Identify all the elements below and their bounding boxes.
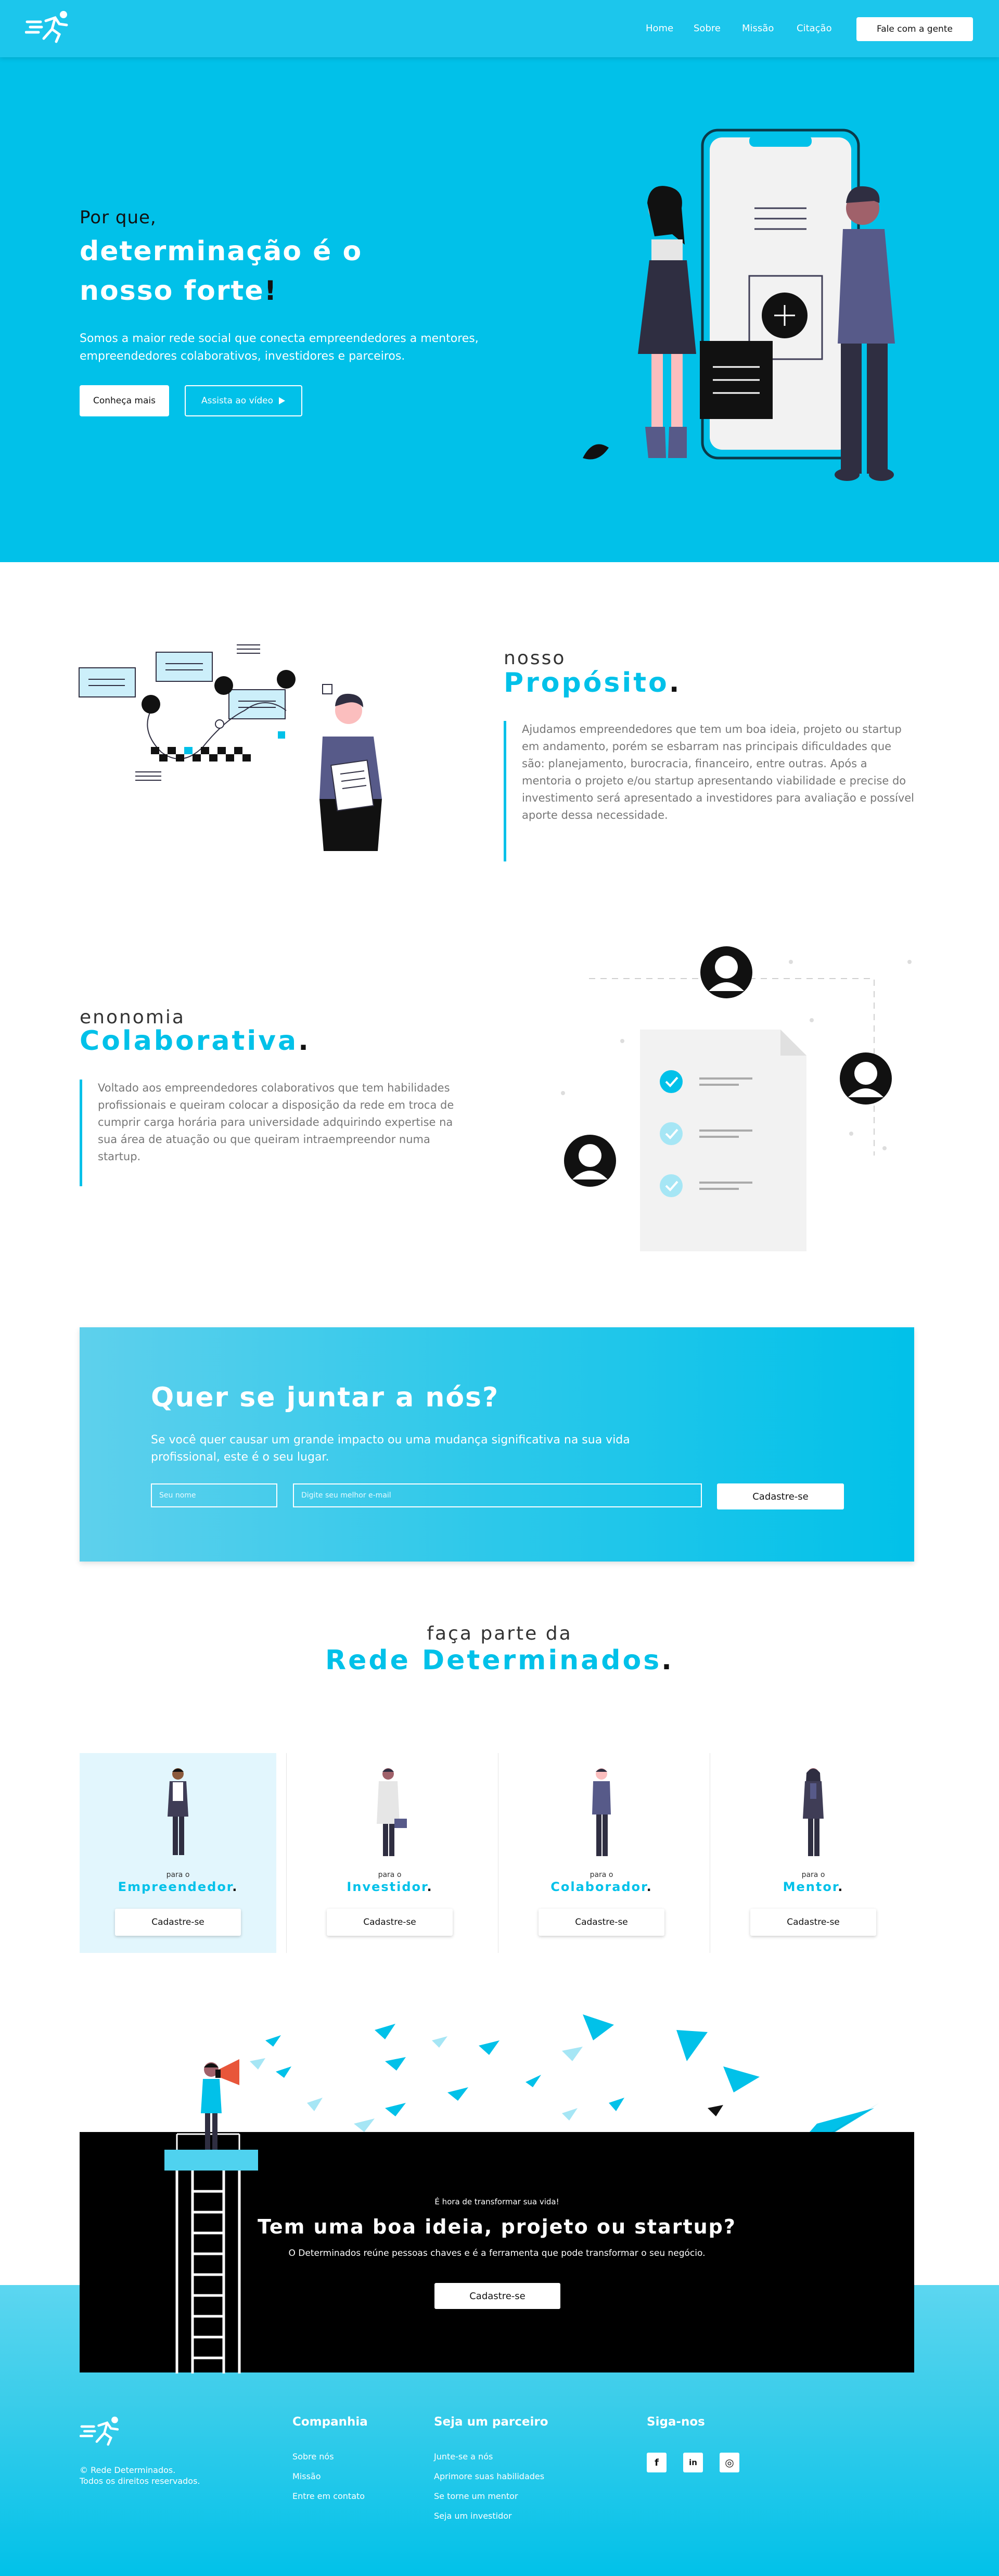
join-section: Quer se juntar a nós? Se você quer causa… <box>80 1327 914 1562</box>
signup-colaborador-button[interactable]: Cadastre-se <box>539 1909 664 1936</box>
name-input[interactable] <box>151 1483 277 1507</box>
copyright-line1: © Rede Determinados. <box>80 2465 176 2475</box>
watch-video-button[interactable]: Assista ao vídeo <box>185 385 302 416</box>
investor-figure <box>377 1768 407 1856</box>
mentor-figure <box>803 1768 824 1856</box>
collab-title-dot: . <box>298 1025 311 1057</box>
checker-strip <box>151 747 251 762</box>
card-pre: para o <box>166 1871 190 1879</box>
card-investidor: para o Investidor. Cadastre-se <box>291 1753 488 1953</box>
purpose-text: Ajudamos empreendedores que tem um boa i… <box>504 721 915 861</box>
watch-video-label: Assista ao vídeo <box>201 396 274 406</box>
ladder-illustration <box>164 2059 258 2374</box>
card-title-text: Mentor <box>783 1880 838 1894</box>
entrepreneur-figure <box>168 1768 188 1855</box>
card-title-text: Investidor <box>347 1880 427 1894</box>
join-title: Quer se juntar a nós? <box>151 1382 499 1413</box>
footer-link-junte[interactable]: Junte-se a nós <box>434 2452 493 2461</box>
purpose-pre: nosso <box>504 648 566 669</box>
hero-illustration <box>583 129 895 481</box>
card-title: Mentor. <box>715 1880 912 1894</box>
contact-button[interactable]: Fale com a gente <box>856 17 973 41</box>
signup-empreendedor-button[interactable]: Cadastre-se <box>115 1909 241 1936</box>
hero-title-line1: determinação é o <box>80 236 363 267</box>
network-pre: faça parte da <box>427 1623 572 1644</box>
join-submit-button[interactable]: Cadastre-se <box>717 1483 844 1509</box>
network-title-text: Rede Determinados <box>325 1645 662 1676</box>
card-title: Investidor. <box>291 1880 488 1894</box>
nav-sobre[interactable]: Sobre <box>694 23 721 34</box>
card-pre: para o <box>801 1871 825 1879</box>
nav-citacao[interactable]: Citação <box>797 23 832 34</box>
play-icon <box>279 397 286 404</box>
card-empreendedor: para o Empreendedor. Cadastre-se <box>80 1753 276 1953</box>
card-title-dot: . <box>838 1880 844 1894</box>
hero-title-bang: ! <box>264 275 278 307</box>
purpose-title-dot: . <box>669 667 682 699</box>
learn-more-button[interactable]: Conheça mais <box>80 385 169 416</box>
card-title: Empreendedor. <box>80 1880 276 1894</box>
network-title-dot: . <box>661 1645 674 1676</box>
card-mentor: para o Mentor. Cadastre-se <box>715 1753 912 1953</box>
footer-link-sobre[interactable]: Sobre nós <box>292 2452 334 2461</box>
card-pre: para o <box>590 1871 613 1879</box>
email-input[interactable] <box>293 1483 702 1507</box>
hero-title-line2: nosso forte <box>80 275 264 307</box>
facebook-icon[interactable]: f <box>647 2453 667 2472</box>
card-title-dot: . <box>232 1880 238 1894</box>
check-icon <box>660 1070 683 1093</box>
card-colaborador: para o Colaborador. Cadastre-se <box>503 1753 700 1953</box>
footer-link-mentor[interactable]: Se torne um mentor <box>434 2491 518 2501</box>
navbar: Home Sobre Missão Citação Fale com a gen… <box>0 0 999 57</box>
hero-pre: Por que, <box>80 207 157 228</box>
purpose-title-text: Propósito <box>504 667 669 699</box>
footer-link-missao[interactable]: Missão <box>292 2471 321 2481</box>
linkedin-icon[interactable]: in <box>683 2453 703 2472</box>
footer-link-habilidades[interactable]: Aprimore suas habilidades <box>434 2471 544 2481</box>
footer-logo-icon[interactable] <box>80 2415 123 2446</box>
hero-title: determinação é o nosso forte! <box>80 232 475 311</box>
cta-signup-button[interactable]: Cadastre-se <box>434 2283 560 2309</box>
card-pre: para o <box>378 1871 402 1879</box>
card-title: Colaborador. <box>503 1880 700 1894</box>
card-title-text: Empreendedor <box>118 1880 233 1894</box>
instagram-icon[interactable]: ◎ <box>720 2453 739 2472</box>
card-title-text: Colaborador <box>550 1880 647 1894</box>
copyright: © Rede Determinados. Todos os direitos r… <box>80 2465 200 2486</box>
nav-missao[interactable]: Missão <box>742 23 774 34</box>
user-avatar-icon <box>700 946 752 998</box>
footer-follow-heading: Siga-nos <box>647 2415 705 2429</box>
hero-subtitle: Somos a maior rede social que conecta em… <box>80 332 479 363</box>
footer-partner-heading: Seja um parceiro <box>434 2415 548 2429</box>
purpose-title: Propósito. <box>504 667 682 699</box>
purpose-illustration <box>79 644 382 851</box>
collab-text: Voltado aos empreendedores colaborativos… <box>80 1080 454 1186</box>
collaborator-figure <box>592 1768 611 1856</box>
join-text: Se você quer causar um grande impacto ou… <box>151 1433 630 1464</box>
network-title: Rede Determinados. <box>0 1645 999 1676</box>
card-title-dot: . <box>646 1880 652 1894</box>
collab-pre: enonomia <box>80 1007 185 1028</box>
collab-illustration <box>561 946 912 1251</box>
card-divider <box>286 1753 287 1953</box>
footer-link-investidor[interactable]: Seja um investidor <box>434 2511 512 2521</box>
collab-title-text: Colaborativa <box>80 1025 299 1057</box>
collab-title: Colaborativa. <box>80 1025 311 1057</box>
footer-link-contato[interactable]: Entre em contato <box>292 2491 365 2501</box>
footer-company-heading: Companhia <box>292 2415 368 2429</box>
copyright-line2: Todos os direitos reservados. <box>80 2476 200 2486</box>
card-title-dot: . <box>427 1880 433 1894</box>
signup-mentor-button[interactable]: Cadastre-se <box>750 1909 876 1936</box>
logo-runner-icon[interactable] <box>25 9 73 44</box>
signup-investidor-button[interactable]: Cadastre-se <box>327 1909 453 1936</box>
nav-home[interactable]: Home <box>646 23 673 34</box>
